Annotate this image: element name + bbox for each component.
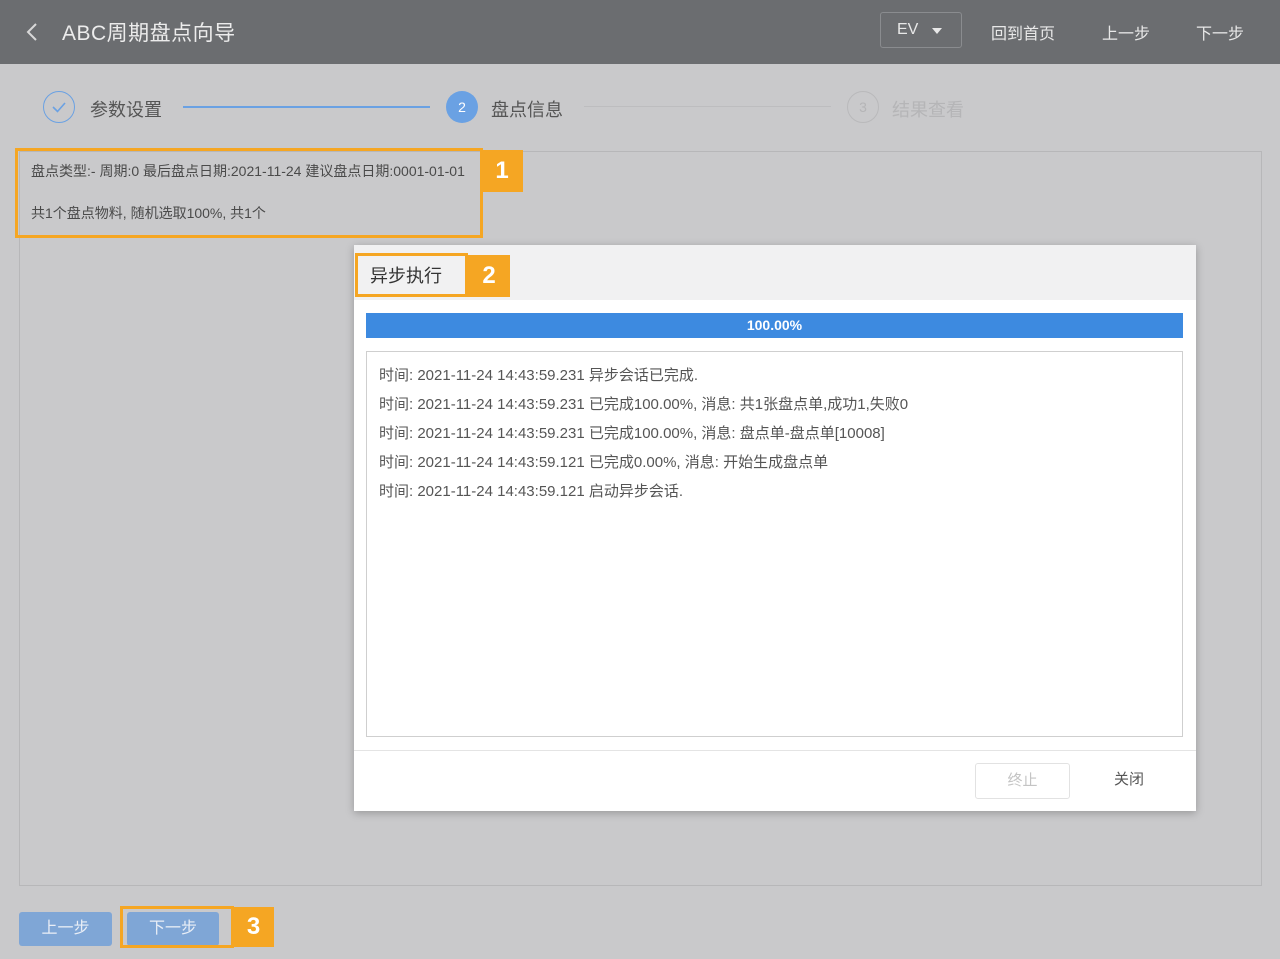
step-3-label: 结果查看: [892, 100, 964, 120]
progress-text: 100.00%: [746, 317, 803, 333]
callout-badge-3: 3: [233, 907, 274, 947]
app-header: ABC周期盘点向导 EV 回到首页 上一步 下一步: [0, 0, 1280, 64]
close-button[interactable]: 关闭: [1094, 763, 1164, 799]
dialog-divider: [354, 750, 1196, 751]
stop-button[interactable]: 终止: [975, 763, 1070, 799]
header-next-link[interactable]: 下一步: [1196, 20, 1244, 44]
log-line: 时间: 2021-11-24 14:43:59.231 已完成100.00%, …: [379, 396, 909, 413]
header-prev-link[interactable]: 上一步: [1102, 20, 1150, 44]
home-link[interactable]: 回到首页: [991, 20, 1055, 44]
log-line: 时间: 2021-11-24 14:43:59.121 启动异步会话.: [379, 483, 684, 500]
env-select-value: EV: [897, 21, 919, 38]
step-connector-2: [584, 106, 831, 107]
chevron-left-icon[interactable]: [22, 20, 44, 44]
step-connector-1: [183, 106, 430, 108]
progress-bar: 100.00%: [366, 313, 1183, 338]
callout-box-1: [15, 148, 483, 238]
prev-button[interactable]: 上一步: [19, 912, 112, 946]
callout-box-3: [120, 906, 234, 948]
step-1-label: 参数设置: [90, 100, 162, 120]
callout-badge-1: 1: [481, 150, 523, 192]
log-list: 时间: 2021-11-24 14:43:59.231 异步会话已完成. 时间:…: [366, 351, 1183, 737]
async-dialog: 异步执行 100.00% 时间: 2021-11-24 14:43:59.231…: [354, 245, 1196, 811]
log-line: 时间: 2021-11-24 14:43:59.231 异步会话已完成.: [379, 367, 699, 384]
page-title: ABC周期盘点向导: [62, 22, 236, 45]
caret-down-icon: [932, 28, 942, 34]
step-2-number: 2: [446, 91, 478, 123]
log-line: 时间: 2021-11-24 14:43:59.231 已完成100.00%, …: [379, 425, 885, 442]
step-1-check-icon: [43, 91, 75, 123]
step-2-label: 盘点信息: [491, 100, 563, 120]
callout-badge-2: 2: [468, 255, 510, 297]
step-3-number: 3: [847, 91, 879, 123]
env-select[interactable]: EV: [880, 12, 962, 48]
callout-box-2: [355, 253, 468, 297]
log-line: 时间: 2021-11-24 14:43:59.121 已完成0.00%, 消息…: [379, 454, 829, 471]
